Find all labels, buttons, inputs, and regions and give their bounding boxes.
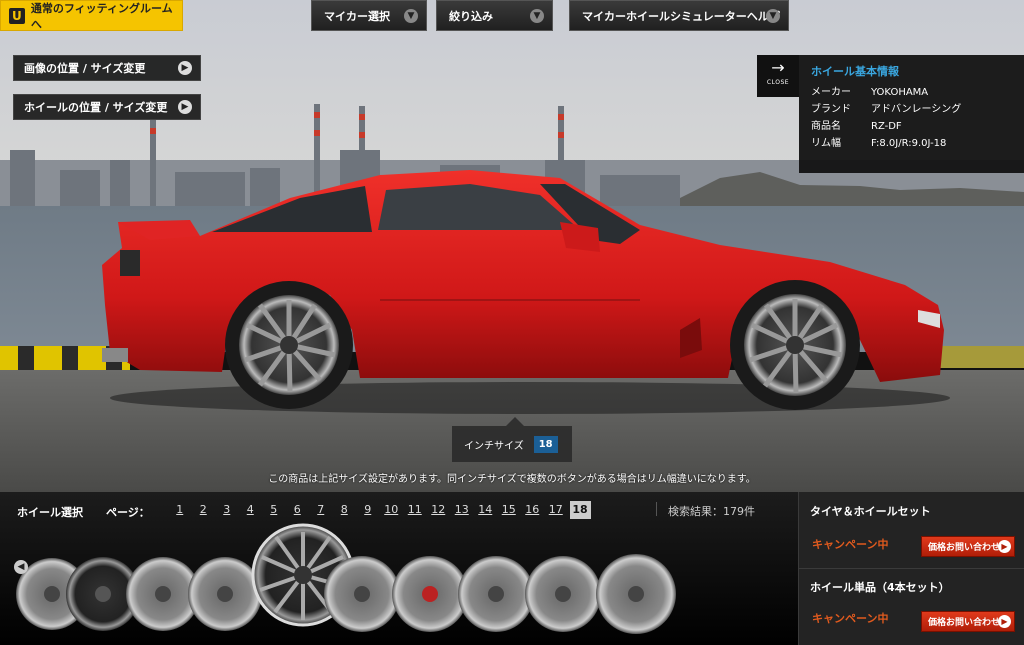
page-link[interactable]: 14 — [474, 501, 498, 519]
divider — [656, 502, 657, 516]
page-link[interactable]: 15 — [497, 501, 521, 519]
carousel-prev-icon[interactable]: ◀ — [14, 560, 28, 574]
wheel-selection-bar: ホイール選択 ページ： 1 2 3 4 5 6 7 8 9 10 11 12 1… — [0, 492, 798, 645]
chevron-down-icon: ▼ — [530, 9, 544, 23]
info-row-rim-width: リム幅 F:8.0J/R:9.0J-18 — [811, 135, 1024, 152]
single-price-inquiry-button[interactable]: 価格お問い合わせ ▶ — [921, 611, 1015, 632]
page-link[interactable]: 12 — [427, 501, 451, 519]
chevron-down-icon: ▼ — [404, 9, 418, 23]
single-campaign-label: キャンペーン中 — [812, 612, 889, 625]
info-row-product: 商品名 RZ-DF — [811, 118, 1024, 135]
wheel-thumb[interactable] — [596, 554, 676, 634]
page-link[interactable]: 17 — [544, 501, 568, 519]
divider — [799, 568, 1024, 569]
page-link-current[interactable]: 18 — [569, 501, 591, 519]
help-button[interactable]: マイカーホイールシミュレーターヘルプ ▼ — [569, 0, 789, 31]
image-position-button[interactable]: 画像の位置 / サイズ変更 ▶ — [13, 55, 201, 81]
page-link[interactable]: 16 — [521, 501, 545, 519]
wheel-select-label: ホイール選択 — [17, 506, 83, 519]
my-car-select-button[interactable]: マイカー選択 ▼ — [311, 0, 427, 31]
page-link[interactable]: 2 — [192, 501, 216, 519]
wheel-thumb[interactable] — [525, 556, 601, 632]
u-turn-icon: U — [9, 7, 25, 24]
info-row-maker: メーカー YOKOHAMA — [811, 84, 1024, 101]
info-row-brand: ブランド アドバンレーシング — [811, 101, 1024, 118]
inch-size-label: インチサイズ — [464, 440, 524, 452]
wheel-thumb[interactable] — [458, 556, 534, 632]
size-note: この商品は上記サイズ設定があります。同インチサイズで複数のボタンがある場合はリム… — [268, 474, 756, 485]
page-link[interactable]: 11 — [403, 501, 427, 519]
page-link[interactable]: 6 — [286, 501, 310, 519]
page-link[interactable]: 10 — [380, 501, 404, 519]
set-price-inquiry-label: 価格お問い合わせ — [928, 543, 1001, 553]
set-campaign-label: キャンペーン中 — [812, 538, 889, 551]
filter-label: 絞り込み — [449, 9, 493, 23]
fitting-room-label: 通常のフィッティングルームへ — [30, 1, 173, 31]
page-link[interactable]: 3 — [215, 501, 239, 519]
page-label: ページ： — [106, 506, 150, 519]
filter-button[interactable]: 絞り込み ▼ — [436, 0, 553, 31]
page-link[interactable]: 5 — [262, 501, 286, 519]
tire-wheel-set-title: タイヤ＆ホイールセット — [810, 505, 931, 518]
wheel-thumb[interactable] — [392, 556, 468, 632]
page-link[interactable]: 9 — [356, 501, 380, 519]
arrow-right-icon: ▶ — [178, 100, 192, 114]
info-key: 商品名 — [811, 121, 841, 132]
image-position-label: 画像の位置 / サイズ変更 — [24, 62, 146, 75]
pagination: 1 2 3 4 5 6 7 8 9 10 11 12 13 14 15 16 1… — [168, 501, 591, 519]
info-key: メーカー — [811, 87, 851, 98]
info-title: ホイール基本情報 — [811, 65, 899, 78]
wheel-info-panel: → CLOSE ホイール基本情報 メーカー YOKOHAMA ブランド アドバン… — [757, 55, 1024, 173]
info-value: アドバンレーシング — [871, 104, 962, 115]
wheel-only-title: ホイール単品（4本セット） — [810, 581, 950, 594]
chevron-down-icon: ▼ — [766, 9, 780, 23]
wheel-thumb[interactable] — [188, 557, 262, 631]
set-price-inquiry-button[interactable]: 価格お問い合わせ ▶ — [921, 536, 1015, 557]
arrow-right-icon: → — [771, 58, 785, 77]
inch-size-selector: インチサイズ 18 — [452, 417, 572, 462]
wheel-position-button[interactable]: ホイールの位置 / サイズ変更 ▶ — [13, 94, 201, 120]
page-link[interactable]: 7 — [309, 501, 333, 519]
wheel-carousel — [0, 512, 798, 645]
search-results-count: 検索結果：179件 — [668, 505, 755, 518]
inch-size-18-button[interactable]: 18 — [533, 435, 558, 453]
close-label: CLOSE — [766, 79, 790, 86]
info-value: YOKOHAMA — [871, 87, 929, 98]
page-link[interactable]: 13 — [450, 501, 474, 519]
page-link[interactable]: 8 — [333, 501, 357, 519]
page-link[interactable]: 4 — [239, 501, 263, 519]
arrow-right-icon: ▶ — [998, 615, 1011, 628]
info-close-button[interactable]: → CLOSE — [757, 55, 799, 97]
info-value: F:8.0J/R:9.0J-18 — [871, 138, 947, 149]
wheel-thumb[interactable] — [324, 556, 400, 632]
info-key: ブランド — [811, 104, 851, 115]
fitting-room-button[interactable]: U 通常のフィッティングルームへ — [0, 0, 183, 31]
my-car-select-label: マイカー選択 — [324, 9, 390, 23]
info-value: RZ-DF — [871, 121, 902, 132]
single-price-inquiry-label: 価格お問い合わせ — [928, 618, 1001, 628]
page-link[interactable]: 1 — [168, 501, 192, 519]
price-panel: タイヤ＆ホイールセット キャンペーン中 価格お問い合わせ ▶ ホイール単品（4本… — [798, 492, 1024, 645]
arrow-right-icon: ▶ — [178, 61, 192, 75]
info-key: リム幅 — [811, 138, 841, 149]
arrow-right-icon: ▶ — [998, 540, 1011, 553]
wheel-position-label: ホイールの位置 / サイズ変更 — [24, 101, 168, 114]
help-label: マイカーホイールシミュレーターヘルプ — [582, 9, 780, 23]
